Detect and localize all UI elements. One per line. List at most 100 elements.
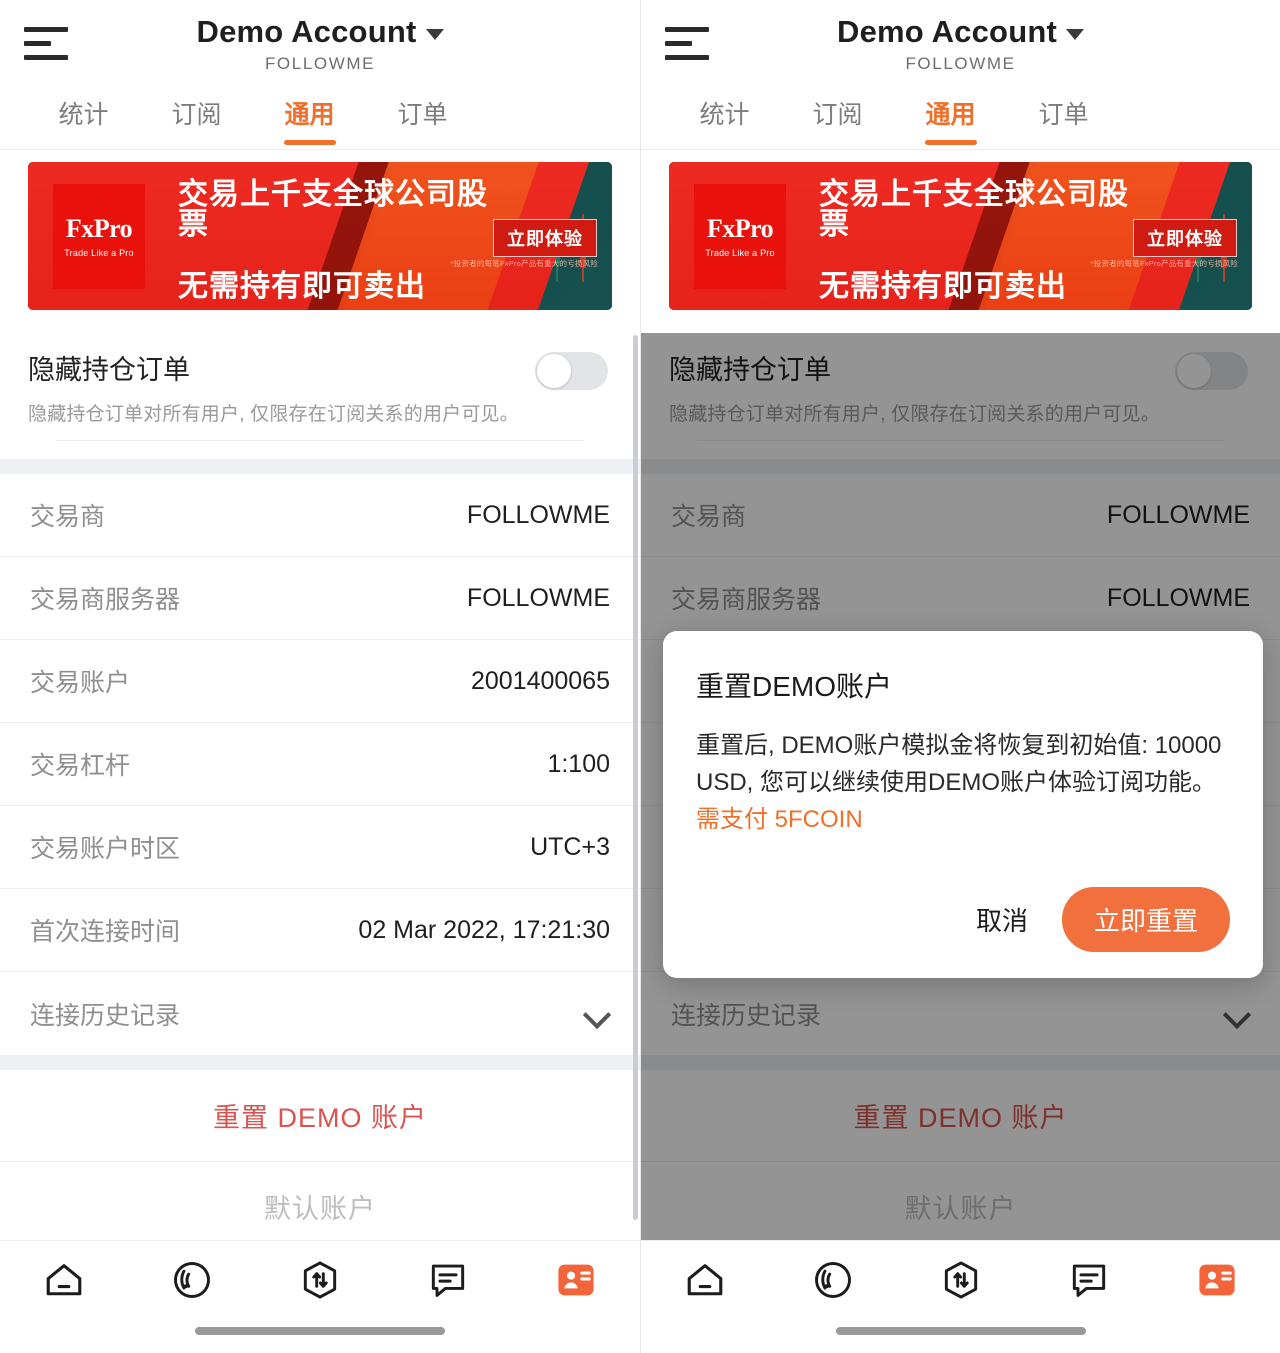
tab-bar: 统计 订阅 通用 订单 [641,92,1280,149]
connection-history-row[interactable]: 连接历史记录 [0,972,640,1055]
nav-home[interactable] [641,1258,769,1302]
profile-card-icon [554,1258,598,1302]
fxpro-logo: FxPro Trade Like a Pro [53,184,145,289]
nav-profile[interactable] [1153,1258,1280,1302]
row-value: FOLLOWME [466,583,610,612]
tab-label: 订阅 [171,101,222,129]
home-icon [683,1258,727,1302]
tab-label: 订单 [397,101,448,129]
promo-banner[interactable]: FxPro Trade Like a Pro 交易上千支全球公司股票 无需持有即… [28,162,612,310]
reset-demo-account-button[interactable]: 重置 DEMO 账户 [213,1096,427,1135]
toggle-knob [537,354,571,388]
message-icon [1067,1258,1111,1302]
nav-trade[interactable] [897,1258,1025,1302]
bottom-navigation [0,1240,640,1353]
nav-home[interactable] [0,1258,128,1302]
divider [56,440,584,441]
account-title-block[interactable]: Demo Account FOLLOWME [0,14,640,74]
banner-headline-line1: 交易上千支全球公司股票 [819,178,1129,241]
tab-orders[interactable]: 订单 [366,92,479,131]
hide-positions-card: 隐藏持仓订单 隐藏持仓订单对所有用户, 仅限存在订阅关系的用户可见。 [0,322,640,459]
dialog-message: 重置后, DEMO账户模拟金将恢复到初始值: 10000 USD, 您可以继续使… [696,727,1230,839]
vertical-scrollbar[interactable] [633,335,638,1220]
promo-banner[interactable]: FxPro Trade Like a Pro 交易上千支全球公司股票 无需持有即… [669,162,1252,310]
row-value: 1:100 [547,749,610,778]
promo-banner-container[interactable]: FxPro Trade Like a Pro 交易上千支全球公司股票 无需持有即… [0,150,640,322]
bottom-navigation [641,1240,1280,1353]
tab-general[interactable]: 通用 [253,92,366,145]
row-label: 首次连接时间 [30,918,181,946]
home-indicator [195,1327,445,1335]
hide-positions-toggle[interactable] [535,352,608,390]
nav-signals[interactable] [128,1258,256,1302]
profile-card-icon [1195,1258,1239,1302]
tab-label: 订单 [1038,101,1089,129]
table-row[interactable]: 交易商 FOLLOWME [0,474,640,557]
trade-transfer-icon [298,1258,342,1302]
table-row[interactable]: 交易杠杆 1:100 [0,723,640,806]
tab-subscription[interactable]: 订阅 [781,92,894,131]
row-value: FOLLOWME [466,500,610,529]
row-label: 交易账户 [30,669,131,697]
tab-statistics[interactable]: 统计 [668,92,781,131]
page-title: Demo Account [837,14,1057,49]
table-row[interactable]: 交易账户时区 UTC+3 [0,806,640,889]
reset-demo-account-row[interactable]: 重置 DEMO 账户 [0,1070,640,1162]
tab-label: 统计 [699,101,750,129]
nav-messages[interactable] [1025,1258,1153,1302]
app-header: Demo Account FOLLOWME [641,0,1280,92]
row-label: 连接历史记录 [30,1001,181,1030]
nav-trade[interactable] [256,1258,384,1302]
fxpro-logo: FxPro Trade Like a Pro [694,184,786,289]
promo-banner-container[interactable]: FxPro Trade Like a Pro 交易上千支全球公司股票 无需持有即… [641,150,1280,322]
banner-headline-line2: 无需持有即可卖出 [178,270,426,303]
hide-positions-row: 隐藏持仓订单 隐藏持仓订单对所有用户, 仅限存在订阅关系的用户可见。 [0,322,640,459]
home-indicator [836,1327,1086,1335]
row-value: 02 Mar 2022, 17:21:30 [358,915,610,944]
message-icon [426,1258,470,1302]
table-row[interactable]: 交易账户 2001400065 [0,640,640,723]
reset-demo-dialog: 重置DEMO账户 重置后, DEMO账户模拟金将恢复到初始值: 10000 US… [663,631,1263,978]
table-row[interactable]: 首次连接时间 02 Mar 2022, 17:21:30 [0,889,640,972]
hide-positions-description: 隐藏持仓订单对所有用户, 仅限存在订阅关系的用户可见。 [28,404,519,425]
signal-icon [170,1258,214,1302]
phone-screen-right: Demo Account FOLLOWME 统计 订阅 通用 订单 FxPro … [640,0,1280,1353]
tab-underline [283,140,336,145]
tab-label: 统计 [58,101,109,129]
fxpro-logo-text: FxPro [706,213,774,243]
banner-cta-button[interactable]: 立即体验 [1133,219,1237,257]
nav-profile[interactable] [512,1258,640,1302]
banner-headline: 交易上千支全球公司股票 无需持有即可卖出 [178,180,518,302]
table-row[interactable]: 交易商服务器 FOLLOWME [0,557,640,640]
confirm-reset-button[interactable]: 立即重置 [1061,886,1230,952]
chevron-down-icon[interactable] [584,1001,610,1027]
tab-label: 订阅 [812,101,863,129]
row-value: 2001400065 [470,666,610,695]
account-title-block[interactable]: Demo Account FOLLOWME [641,14,1280,74]
nav-messages[interactable] [384,1258,512,1302]
tab-underline [924,140,977,145]
tab-label: 通用 [925,101,976,129]
dialog-message-highlight: 需支付 5FCOIN [696,806,863,834]
nav-signals[interactable] [769,1258,897,1302]
cancel-button[interactable]: 取消 [966,895,1038,944]
banner-cta-button[interactable]: 立即体验 [493,219,597,257]
tab-subscription[interactable]: 订阅 [140,92,253,131]
account-subtitle: FOLLOWME [905,54,1016,73]
tab-general[interactable]: 通用 [894,92,1007,145]
tab-orders[interactable]: 订单 [1007,92,1120,131]
app-header: Demo Account FOLLOWME [0,0,640,92]
dialog-actions: 取消 立即重置 [696,886,1230,952]
tab-statistics[interactable]: 统计 [27,92,140,131]
signal-icon [811,1258,855,1302]
row-label: 交易商服务器 [30,586,181,614]
tab-label: 通用 [284,101,335,129]
row-value: UTC+3 [530,832,610,861]
modal-overlay[interactable]: 重置DEMO账户 重置后, DEMO账户模拟金将恢复到初始值: 10000 US… [641,333,1280,1243]
banner-headline-line1: 交易上千支全球公司股票 [178,178,488,241]
dialog-title: 重置DEMO账户 [696,671,893,702]
fxpro-logo-text: FxPro [65,213,133,243]
row-label: 交易商 [30,503,106,531]
default-account-row: 默认账户 [0,1162,640,1250]
dialog-message-plain: 重置后, DEMO账户模拟金将恢复到初始值: 10000 USD, 您可以继续使… [696,732,1222,797]
